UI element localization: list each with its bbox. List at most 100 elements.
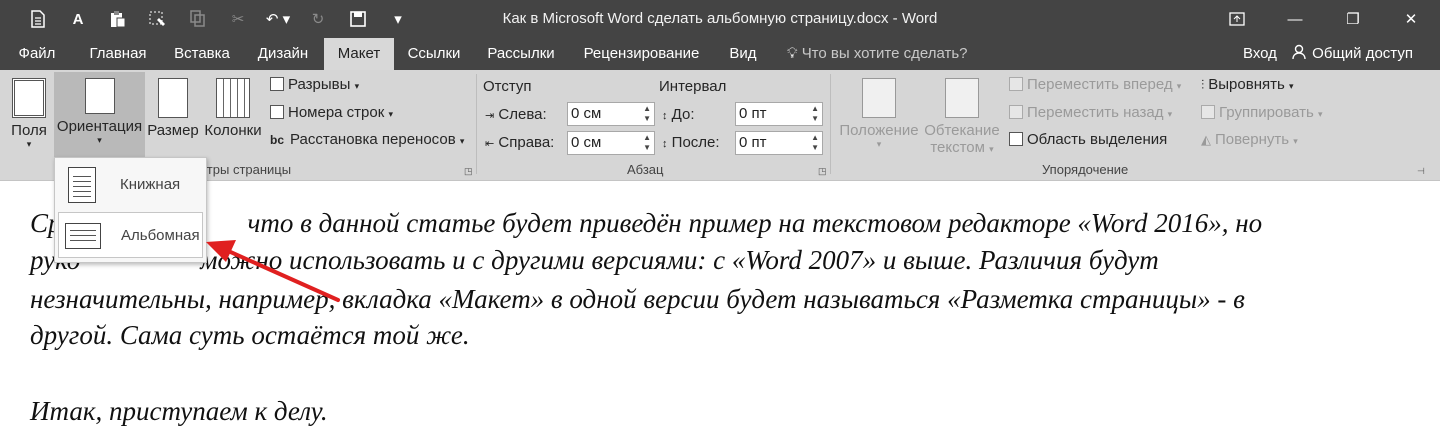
tab-home[interactable]: Главная — [77, 38, 159, 70]
quick-access-toolbar: A ✂ ↶ ▾ ↻ ▾ — [18, 6, 418, 32]
share-button[interactable]: Общий доступ — [1292, 38, 1413, 70]
group-divider — [830, 74, 831, 174]
send-backward-button[interactable]: Переместить назад ▾ — [1009, 104, 1172, 121]
lightbulb-icon: 💡︎ — [787, 45, 798, 62]
sign-in-link[interactable]: Вход — [1243, 38, 1277, 70]
portrait-page-icon — [68, 167, 96, 203]
customize-icon[interactable]: ▾ — [378, 6, 418, 32]
tab-references[interactable]: Ссылки — [398, 38, 470, 70]
spacing-before-input[interactable]: 0 пт ▲ ▼ — [735, 102, 823, 126]
columns-button[interactable]: Колонки — [202, 72, 264, 158]
rotate-icon: ◭ — [1201, 132, 1211, 147]
indent-label: Отступ — [483, 78, 532, 95]
title-bar: A ✂ ↶ ▾ ↻ ▾ Как в Microsoft Word сделать… — [0, 0, 1440, 38]
tab-insert[interactable]: Вставка — [163, 38, 241, 70]
margins-button[interactable]: Поля ▾ — [6, 72, 52, 158]
hyphenation-button[interactable]: bc Расстановка переносов ▾ — [270, 131, 464, 148]
spinner-arrows-icon[interactable]: ▲ ▼ — [643, 133, 651, 153]
indent-left-label: ⇥ Слева: — [485, 106, 547, 123]
spacing-after-input[interactable]: 0 пт ▲ ▼ — [735, 131, 823, 155]
wrap-text-icon — [945, 78, 979, 118]
orientation-portrait-item[interactable]: Книжная — [58, 162, 203, 208]
tell-me-box[interactable]: 💡︎ Что вы хотите сделать? — [787, 38, 968, 70]
save-disk-icon[interactable] — [338, 6, 378, 32]
close-icon[interactable]: ✕ — [1382, 0, 1440, 38]
redo-icon[interactable]: ↻ — [298, 6, 338, 32]
ribbon-tabs: Файл Главная Вставка Дизайн Макет Ссылки… — [0, 38, 1440, 70]
indent-left-input[interactable]: 0 см ▲ ▼ — [567, 102, 655, 126]
document-line: другой. Сама суть остаётся той же. — [30, 320, 470, 350]
rotate-button[interactable]: ◭ Повернуть ▾ — [1201, 131, 1298, 148]
arrange-group-label: Упорядочение — [1042, 162, 1129, 177]
margins-icon — [12, 78, 46, 118]
document-canvas[interactable]: Ср что в данной статье будет приведён при… — [0, 182, 1440, 439]
orientation-menu: Книжная Альбомная — [54, 157, 207, 263]
group-button[interactable]: Группировать ▾ — [1201, 104, 1322, 121]
ribbon-layout: Поля ▾ Ориентация ▾ Размер Колонки Разры… — [0, 70, 1440, 181]
position-icon — [862, 78, 896, 118]
window-controls: — ❐ ✕ — [1208, 0, 1440, 38]
minimize-icon[interactable]: — — [1266, 0, 1324, 38]
line-numbers-button[interactable]: Номера строк ▾ — [270, 104, 393, 121]
collapse-ribbon-icon[interactable]: ⊣ — [1417, 166, 1425, 177]
tab-view[interactable]: Вид — [718, 38, 768, 70]
page-setup-launcher-icon[interactable]: ◳ — [464, 166, 473, 177]
orientation-button[interactable]: Ориентация ▾ — [54, 72, 145, 158]
indent-right-label: ⇤ Справа: — [485, 134, 555, 151]
tab-file[interactable]: Файл — [8, 38, 66, 70]
tab-design[interactable]: Дизайн — [245, 38, 321, 70]
paragraph-group-label: Абзац — [627, 162, 664, 177]
columns-icon — [216, 78, 250, 118]
indent-right-input[interactable]: 0 см ▲ ▼ — [567, 131, 655, 155]
tab-layout[interactable]: Макет — [324, 38, 394, 70]
format-painter-icon[interactable] — [138, 6, 178, 32]
page-setup-group-label: етры страницы — [200, 162, 292, 177]
save-icon[interactable] — [18, 6, 58, 32]
position-button[interactable]: Положение ▾ — [836, 72, 922, 158]
selection-pane-button[interactable]: Область выделения — [1009, 131, 1167, 148]
paragraph-launcher-icon[interactable]: ◳ — [818, 166, 827, 177]
document-line: Итак, приступаем к делу. — [30, 396, 328, 426]
align-icon: ⫶ — [1201, 77, 1205, 92]
restore-icon[interactable]: ❐ — [1324, 0, 1382, 38]
bring-forward-button[interactable]: Переместить вперед ▾ — [1009, 76, 1181, 93]
breaks-button[interactable]: Разрывы ▾ — [270, 76, 359, 93]
breaks-icon — [270, 77, 284, 91]
orientation-landscape-item[interactable]: Альбомная — [58, 212, 203, 258]
spinner-arrows-icon[interactable]: ▲ ▼ — [643, 104, 651, 124]
cut-icon[interactable]: ✂ — [218, 6, 258, 32]
spacing-before-label: ↕ До: — [662, 106, 695, 123]
spacing-after-icon: ↕ — [662, 138, 668, 150]
wrap-text-button[interactable]: Обтекание текстом ▾ — [922, 72, 1002, 158]
bring-forward-icon — [1009, 77, 1023, 91]
landscape-page-icon — [65, 223, 101, 249]
indent-left-icon: ⇥ — [485, 110, 495, 122]
copy-icon[interactable] — [178, 6, 218, 32]
group-divider — [476, 74, 477, 174]
paste-icon[interactable] — [98, 6, 138, 32]
tab-mailings[interactable]: Рассылки — [476, 38, 566, 70]
font-icon[interactable]: A — [58, 6, 98, 32]
group-icon — [1201, 105, 1215, 119]
align-button[interactable]: ⫶ Выровнять ▾ — [1201, 76, 1293, 93]
line-numbers-icon — [270, 105, 284, 119]
spacing-after-label: ↕ После: — [662, 134, 720, 151]
hyphenation-icon: bc — [270, 133, 285, 147]
spinner-arrows-icon[interactable]: ▲ ▼ — [811, 104, 819, 124]
word-window: A ✂ ↶ ▾ ↻ ▾ Как в Microsoft Word сделать… — [0, 0, 1440, 439]
person-icon — [1292, 44, 1312, 62]
indent-right-icon: ⇤ — [485, 138, 495, 150]
undo-icon[interactable]: ↶ ▾ — [258, 6, 298, 32]
send-backward-icon — [1009, 105, 1023, 119]
size-icon — [158, 78, 188, 118]
spacing-before-icon: ↕ — [662, 110, 668, 122]
spacing-label: Интервал — [659, 78, 727, 95]
orientation-icon — [84, 78, 115, 114]
spinner-arrows-icon[interactable]: ▲ ▼ — [811, 133, 819, 153]
ribbon-display-icon[interactable] — [1208, 0, 1266, 38]
selection-pane-icon — [1009, 132, 1023, 146]
document-line: Ср что в данной статье будет приведён при… — [30, 208, 1263, 238]
document-line: рукоможно использовать и с другими верси… — [30, 245, 1159, 275]
size-button[interactable]: Размер — [147, 72, 199, 158]
tab-review[interactable]: Рецензирование — [570, 38, 713, 70]
